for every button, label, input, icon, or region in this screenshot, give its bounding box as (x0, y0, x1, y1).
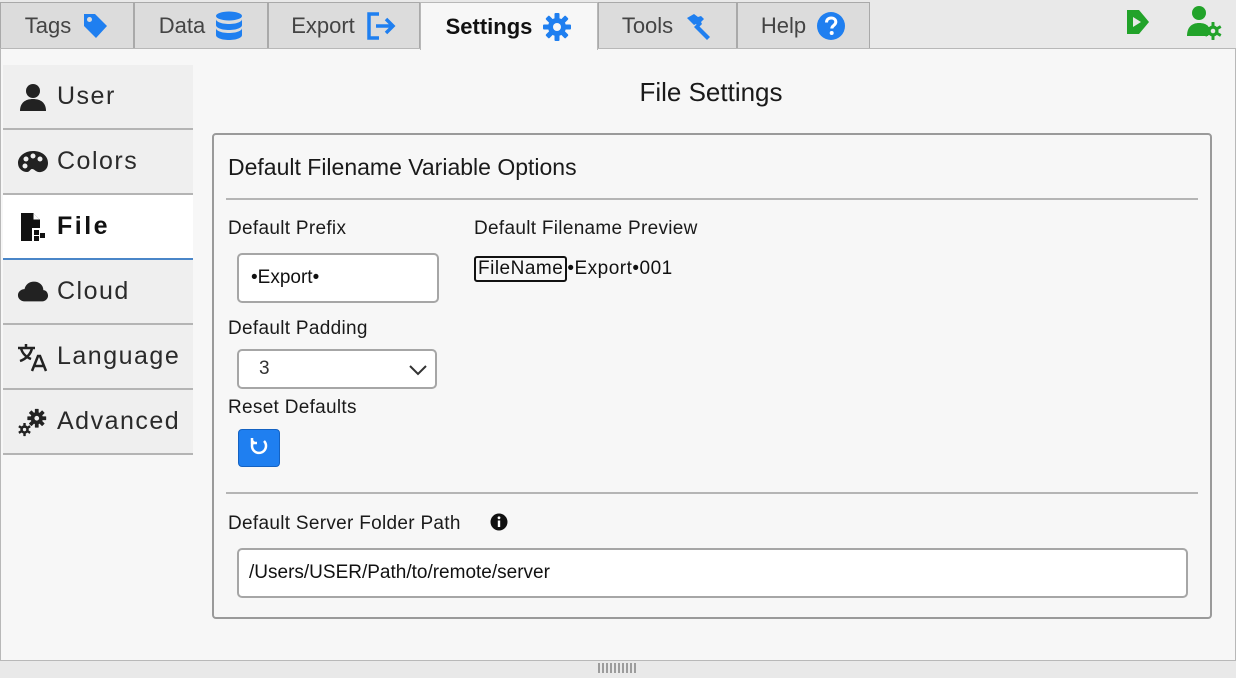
tab-data[interactable]: Data (134, 2, 268, 48)
settings-sidebar: User Colors File Cloud Language Advanced (3, 65, 193, 455)
sidebar-item-label: File (57, 212, 111, 240)
card-title: Default Filename Variable Options (228, 154, 577, 180)
filename-preview: FileName •Export•001 (474, 256, 673, 282)
padding-select[interactable]: 3 (237, 349, 437, 389)
reset-label: Reset Defaults (228, 397, 357, 418)
tab-export[interactable]: Export (268, 2, 420, 48)
tab-label: Export (291, 12, 355, 38)
gear-icon (542, 12, 572, 42)
prefix-label: Default Prefix (228, 218, 347, 239)
sidebar-item-label: Advanced (57, 407, 181, 435)
preview-suffix: •Export•001 (567, 258, 673, 279)
tab-label: Settings (445, 13, 533, 39)
reset-defaults-button[interactable] (238, 429, 280, 467)
tab-label: Data (158, 12, 206, 38)
tag-play-icon[interactable] (1120, 4, 1156, 40)
settings-panel: User Colors File Cloud Language Advanced… (0, 48, 1236, 661)
info-icon[interactable] (490, 513, 508, 536)
sidebar-item-cloud[interactable]: Cloud (3, 260, 193, 325)
tab-tools[interactable]: Tools (598, 2, 737, 48)
server-path-input[interactable]: /Users/USER/Path/to/remote/server (237, 548, 1188, 598)
sidebar-item-label: User (57, 82, 116, 110)
tab-label: Tags (24, 12, 72, 38)
prefix-input[interactable]: •Export• (237, 253, 439, 303)
page-title: File Settings (639, 77, 783, 107)
sidebar-item-user[interactable]: User (3, 65, 193, 130)
tag-icon (81, 11, 109, 41)
cogs-icon (17, 406, 49, 438)
sidebar-item-advanced[interactable]: Advanced (3, 390, 193, 455)
sidebar-item-label: Colors (57, 147, 139, 175)
tab-label: Tools (621, 12, 674, 38)
chevron-down-icon (407, 359, 429, 387)
sidebar-item-colors[interactable]: Colors (3, 130, 193, 195)
export-icon (365, 11, 397, 41)
filename-options-card: Default Filename Variable Options Defaul… (212, 133, 1212, 619)
palette-icon (17, 146, 49, 178)
padding-select-value: 3 (259, 358, 270, 379)
padding-label: Default Padding (228, 318, 368, 339)
preview-label: Default Filename Preview (474, 218, 698, 239)
top-tab-bar: Tags Data Export Settings Tools Help (0, 0, 1236, 50)
reset-icon (249, 436, 269, 461)
tab-tags[interactable]: Tags (0, 2, 134, 48)
database-icon (215, 11, 243, 41)
tab-help[interactable]: Help (737, 2, 870, 48)
filename-variable-chip: FileName (474, 256, 568, 282)
resize-handle[interactable] (598, 663, 638, 675)
sidebar-item-language[interactable]: Language (3, 325, 193, 390)
sidebar-item-label: Language (57, 342, 181, 370)
user-settings-icon[interactable] (1186, 4, 1222, 40)
sidebar-item-file[interactable]: File (3, 195, 193, 260)
file-icon (17, 211, 49, 243)
server-path-label: Default Server Folder Path (228, 513, 461, 534)
language-icon (17, 341, 49, 373)
tab-label: Help (760, 12, 807, 38)
hammer-icon (683, 11, 713, 41)
cloud-icon (17, 276, 49, 308)
user-icon (17, 81, 49, 113)
divider (226, 198, 1198, 200)
tab-settings[interactable]: Settings (420, 2, 598, 50)
sidebar-item-label: Cloud (57, 277, 130, 305)
question-circle-icon (816, 11, 846, 41)
divider (226, 492, 1198, 494)
